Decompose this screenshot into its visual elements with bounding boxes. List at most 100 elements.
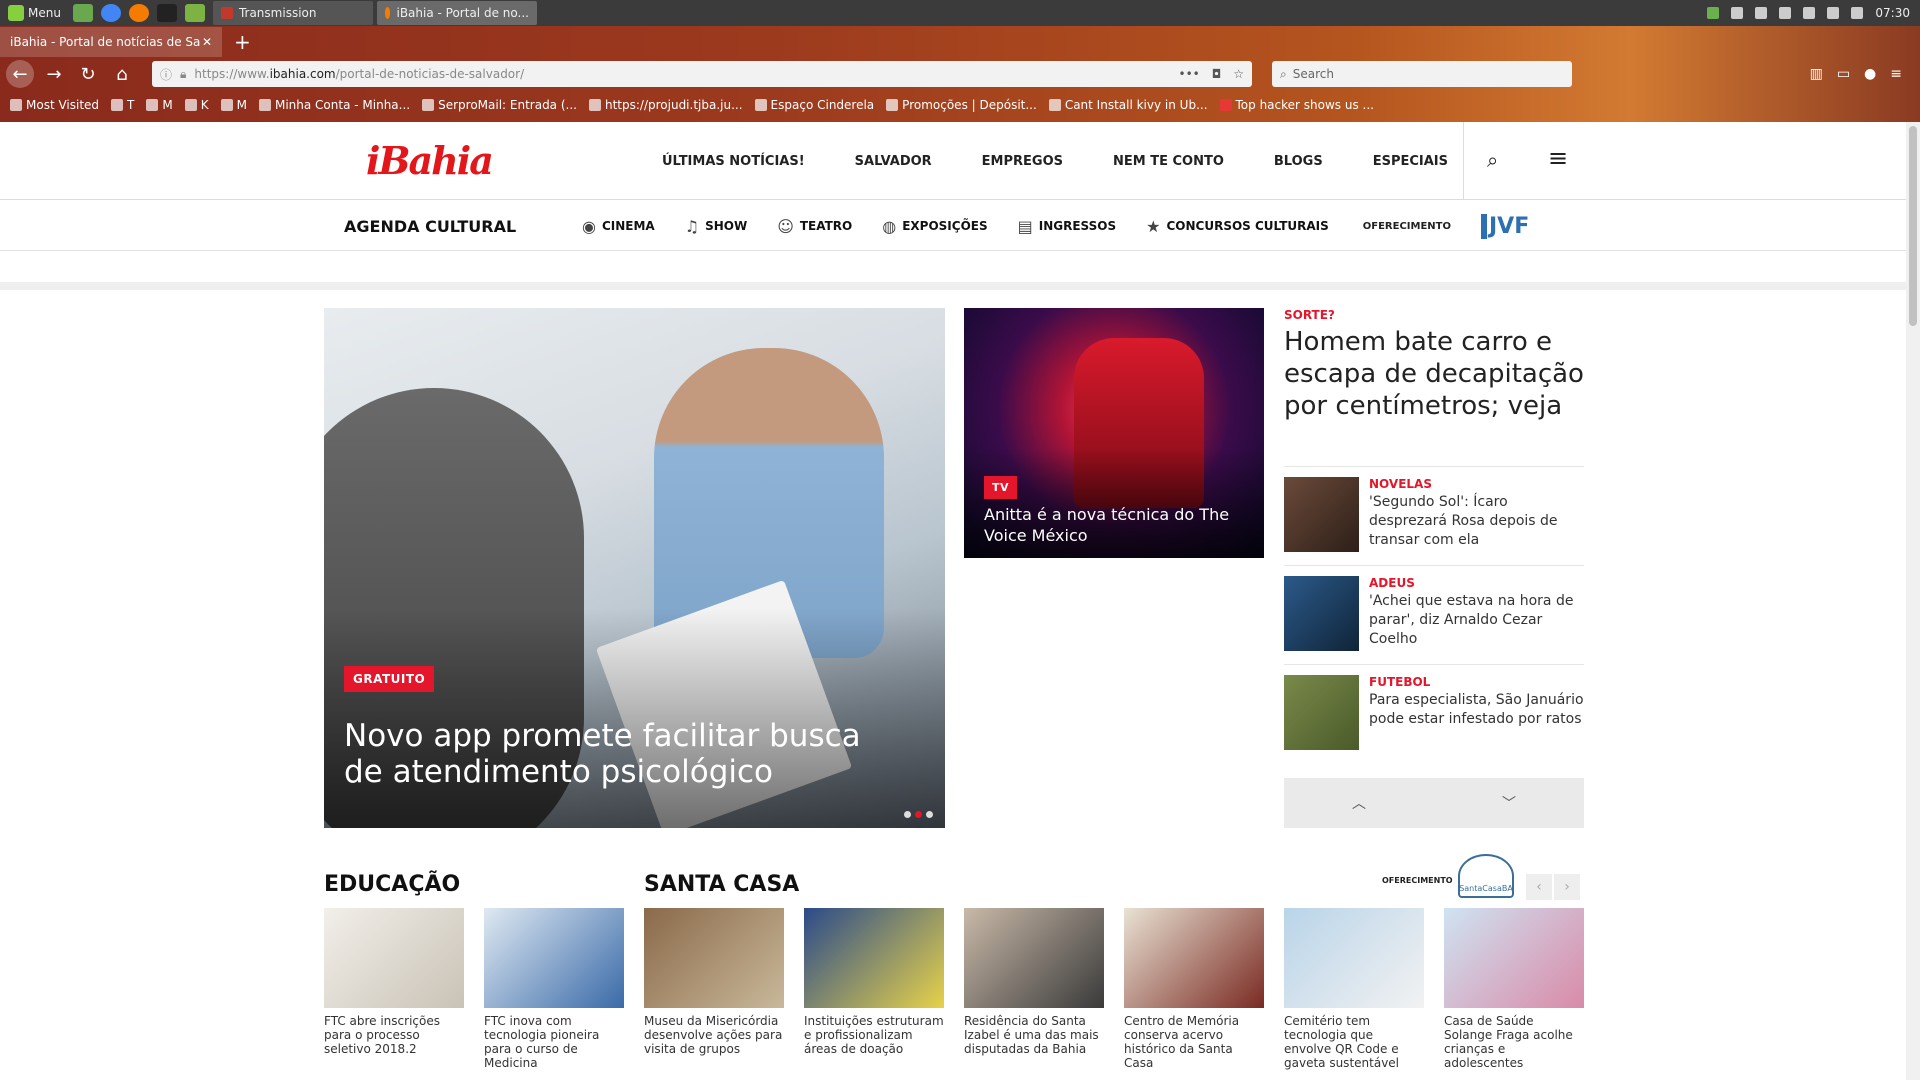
news-card[interactable]: Casa de Saúde Solange Fraga acolhe crian… bbox=[1444, 908, 1584, 1070]
hero-story[interactable]: GRATUITO Novo app promete facilitar busc… bbox=[324, 308, 945, 828]
santa-casa-logo[interactable]: SantaCasaBA bbox=[1458, 854, 1514, 898]
bookmark-star-icon[interactable]: ☆ bbox=[1233, 67, 1244, 81]
bookmark-item[interactable]: K bbox=[184, 98, 209, 112]
page-scrollbar[interactable] bbox=[1906, 122, 1920, 1080]
close-tab-icon[interactable]: ✕ bbox=[202, 35, 212, 49]
bookmark-item[interactable]: T bbox=[111, 98, 134, 112]
nav-blogs[interactable]: BLOGS bbox=[1274, 154, 1323, 169]
jvf-sponsor-logo[interactable]: JVF bbox=[1481, 213, 1529, 239]
terminal-launcher-icon[interactable] bbox=[156, 4, 177, 22]
location-icon[interactable] bbox=[1755, 7, 1768, 19]
library-icon[interactable]: ▥ bbox=[1810, 66, 1823, 82]
files-launcher-icon[interactable] bbox=[72, 4, 93, 22]
new-tab-button[interactable]: + bbox=[234, 30, 251, 54]
section-santa-casa-title[interactable]: SANTA CASA bbox=[644, 872, 799, 897]
bookmark-item[interactable]: M bbox=[220, 98, 247, 112]
carousel-dot[interactable] bbox=[904, 811, 911, 818]
taskbar-window-firefox[interactable]: iBahia - Portal de no... bbox=[376, 1, 537, 25]
agenda-exposicoes[interactable]: ◍ EXPOSIÇÕES bbox=[882, 217, 987, 236]
hero-title[interactable]: Novo app promete facilitar busca de aten… bbox=[344, 718, 904, 790]
hero-tag[interactable]: GRATUITO bbox=[344, 666, 435, 692]
list-item[interactable]: FUTEBOL Para especialista, São Januário p… bbox=[1284, 664, 1584, 763]
news-card[interactable]: Residência do Santa Izabel é uma das mai… bbox=[964, 908, 1104, 1070]
taskbar-window-transmission[interactable]: Transmission bbox=[212, 1, 373, 25]
browser-tab-active[interactable]: iBahia - Portal de notícias de Salvador … bbox=[0, 27, 222, 57]
section-educacao-title[interactable]: EDUCAÇÃO bbox=[324, 872, 460, 897]
volume-icon[interactable] bbox=[1827, 7, 1840, 19]
agenda-title[interactable]: AGENDA CULTURAL bbox=[344, 217, 516, 236]
nav-nem-te-conto[interactable]: NEM TE CONTO bbox=[1113, 154, 1224, 169]
bookmark-item[interactable]: Minha Conta - Minha... bbox=[258, 98, 410, 112]
news-card[interactable]: Cemitério tem tecnologia que envolve QR … bbox=[1284, 908, 1424, 1070]
list-item[interactable]: ADEUS 'Achei que estava na hora de parar'… bbox=[1284, 565, 1584, 664]
folder-launcher-icon[interactable] bbox=[184, 4, 205, 22]
nav-especiais[interactable]: ESPECIAIS bbox=[1373, 154, 1448, 169]
next-arrow-icon[interactable]: › bbox=[1554, 874, 1580, 900]
youtube-icon bbox=[1219, 99, 1232, 111]
firefox-launcher-icon[interactable] bbox=[128, 4, 149, 22]
news-card[interactable]: FTC abre inscrições para o processo sele… bbox=[324, 908, 464, 1070]
bookmark-item[interactable]: Top hacker shows us ... bbox=[1219, 98, 1374, 112]
site-search-icon[interactable]: ⌕ bbox=[1487, 148, 1498, 172]
card-caption: FTC inova com tecnologia pioneira para o… bbox=[484, 1014, 600, 1070]
news-card[interactable]: Centro de Memória conserva acervo histór… bbox=[1124, 908, 1264, 1070]
forward-button[interactable]: → bbox=[40, 60, 68, 88]
user-icon[interactable] bbox=[1779, 7, 1792, 19]
scrollbar-thumb[interactable] bbox=[1909, 126, 1917, 326]
bookmark-item[interactable]: Promoções | Depósit... bbox=[886, 98, 1037, 112]
reload-button[interactable]: ↻ bbox=[74, 60, 102, 88]
carousel-dot[interactable] bbox=[926, 811, 933, 818]
side-headline-title[interactable]: Homem bate carro e escapa de decapitação… bbox=[1284, 326, 1584, 422]
news-card[interactable]: Instituições estruturam e profissionaliz… bbox=[804, 908, 944, 1070]
tv-story[interactable]: TV Anitta é a nova técnica do The Voice … bbox=[964, 308, 1264, 558]
start-menu-button[interactable]: Menu bbox=[0, 0, 69, 26]
scroll-up-icon[interactable]: ︿ bbox=[1352, 793, 1366, 813]
agenda-concursos[interactable]: ★ CONCURSOS CULTURAIS bbox=[1146, 217, 1329, 236]
chrome-launcher-icon[interactable] bbox=[100, 4, 121, 22]
sidebar-icon[interactable]: ▭ bbox=[1837, 66, 1850, 82]
carousel-dot[interactable] bbox=[915, 811, 922, 818]
back-button[interactable]: ← bbox=[6, 60, 34, 88]
news-thumbnail bbox=[1284, 675, 1359, 750]
tv-tag[interactable]: TV bbox=[984, 476, 1018, 499]
ibahia-logo[interactable]: iBahia bbox=[366, 138, 494, 183]
battery-icon[interactable] bbox=[1851, 7, 1864, 19]
wifi-icon[interactable] bbox=[1803, 7, 1816, 19]
addon-icon[interactable]: ● bbox=[1864, 66, 1876, 82]
shield-icon[interactable] bbox=[1707, 7, 1720, 19]
nav-ultimas-noticias[interactable]: ÚLTIMAS NOTÍCIAS! bbox=[662, 154, 805, 169]
info-icon[interactable]: ⓘ bbox=[160, 66, 172, 83]
nav-salvador[interactable]: SALVADOR bbox=[855, 154, 932, 169]
bluetooth-icon[interactable] bbox=[1731, 7, 1744, 19]
bookmark-item[interactable]: M bbox=[146, 98, 173, 112]
clock[interactable]: 07:30 bbox=[1875, 6, 1910, 20]
search-bar[interactable]: ⌕ Search bbox=[1272, 61, 1572, 87]
site-menu-icon[interactable]: ≡ bbox=[1548, 144, 1568, 172]
agenda-cinema[interactable]: ◉ CINEMA bbox=[582, 217, 655, 236]
tv-title[interactable]: Anitta é a nova técnica do The Voice Méx… bbox=[984, 504, 1254, 546]
list-item[interactable]: NOVELAS 'Segundo Sol': Ícaro desprezará R… bbox=[1284, 466, 1584, 565]
bookmark-item[interactable]: SerproMail: Entrada (... bbox=[422, 98, 577, 112]
scroll-down-icon[interactable]: ﹀ bbox=[1502, 793, 1516, 813]
home-button[interactable]: ⌂ bbox=[108, 60, 136, 88]
tab-bar: iBahia - Portal de notícias de Salvador … bbox=[0, 26, 1920, 58]
item-text: Para especialista, São Januário pode est… bbox=[1369, 692, 1584, 727]
url-prefix: https://www. bbox=[194, 67, 270, 81]
page-actions-icon[interactable]: ••• bbox=[1179, 67, 1200, 81]
agenda-ingressos[interactable]: ▤ INGRESSOS bbox=[1018, 217, 1117, 236]
bookmark-item[interactable]: Cant Install kivy in Ub... bbox=[1048, 98, 1208, 112]
side-kicker[interactable]: SORTE? bbox=[1284, 308, 1584, 322]
bookmark-item[interactable]: Espaço Cinderela bbox=[754, 98, 874, 112]
url-bar[interactable]: ⓘ 🔒︎ https://www.ibahia.com/portal-de-no… bbox=[152, 61, 1252, 87]
bookmark-label: M bbox=[162, 98, 173, 112]
agenda-teatro[interactable]: ☺ TEATRO bbox=[777, 217, 852, 236]
news-card[interactable]: Museu da Misericórdia desenvolve ações p… bbox=[644, 908, 784, 1070]
prev-arrow-icon[interactable]: ‹ bbox=[1526, 874, 1552, 900]
bookmark-item[interactable]: https://projudi.tjba.ju... bbox=[588, 98, 743, 112]
hamburger-menu-icon[interactable]: ≡ bbox=[1890, 66, 1902, 82]
bookmark-item[interactable]: Most Visited bbox=[10, 98, 99, 112]
news-card[interactable]: FTC inova com tecnologia pioneira para o… bbox=[484, 908, 624, 1070]
pocket-icon[interactable]: ◘ bbox=[1212, 67, 1222, 81]
nav-empregos[interactable]: EMPREGOS bbox=[982, 154, 1063, 169]
agenda-show[interactable]: ♫ SHOW bbox=[685, 217, 747, 236]
